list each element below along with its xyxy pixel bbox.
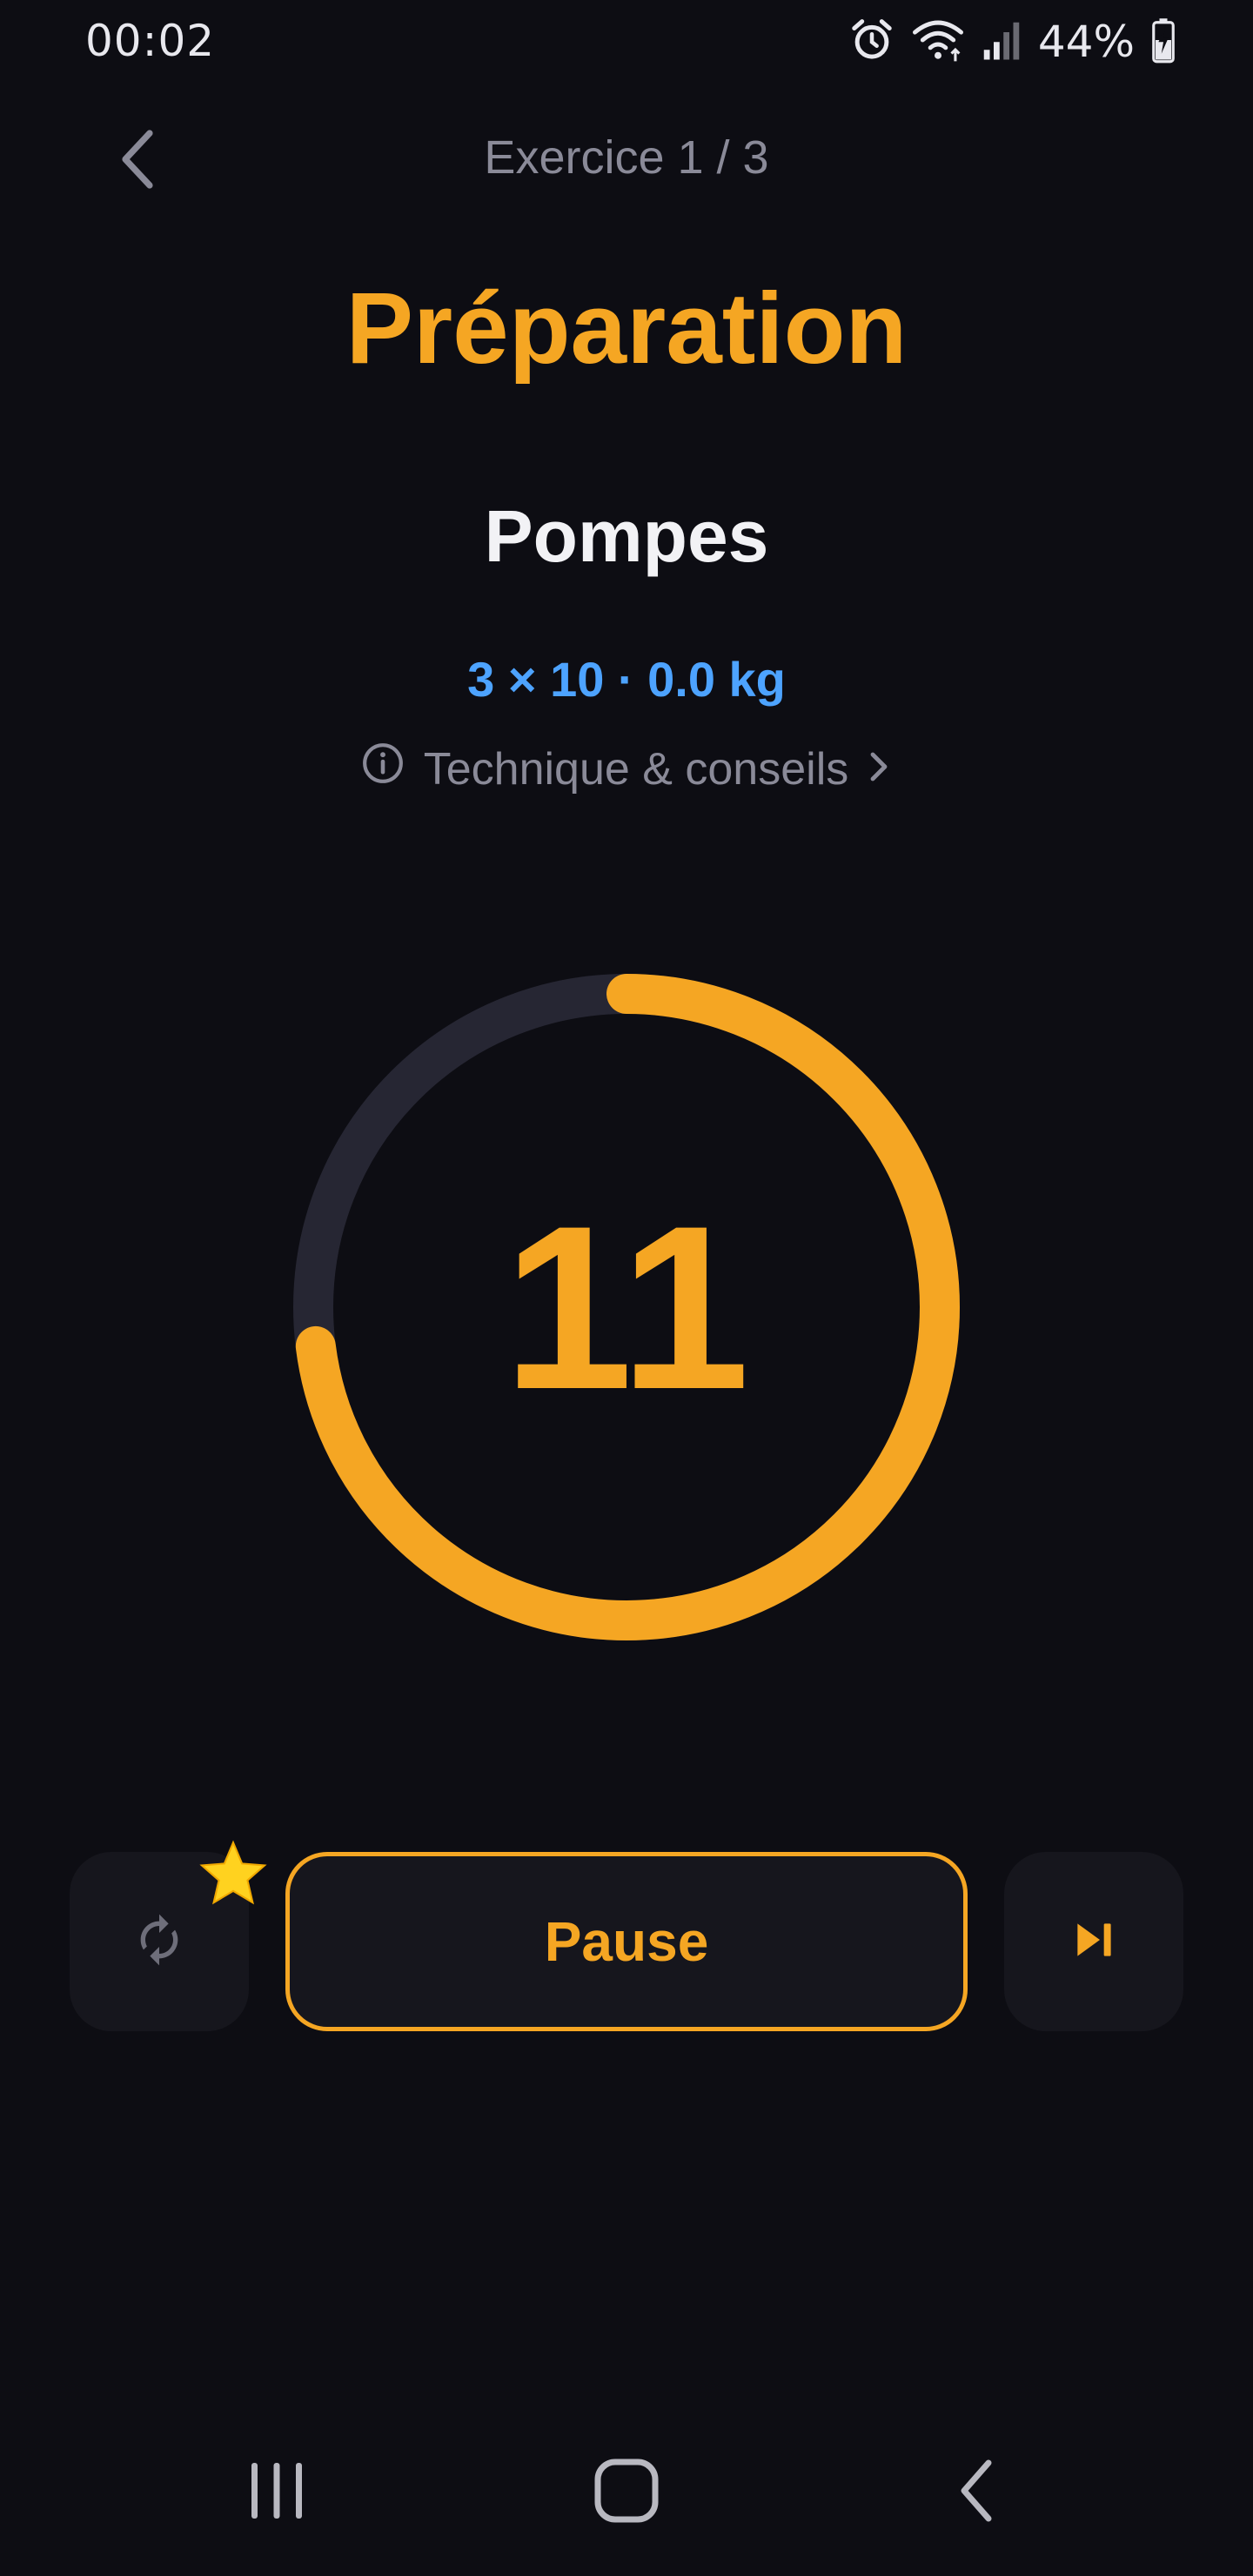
technique-label: Technique & conseils	[423, 743, 849, 795]
wifi-icon	[911, 17, 965, 68]
exercise-sets-reps-weight: 3 × 10 · 0.0 kg	[467, 652, 786, 707]
status-time: 00:02	[85, 16, 216, 66]
back-icon	[955, 2458, 997, 2528]
countdown-value: 11	[503, 1176, 750, 1438]
sync-icon	[131, 1909, 187, 1976]
pause-button[interactable]: Pause	[285, 1852, 968, 2031]
status-icons: 44%	[848, 16, 1176, 68]
exercise-name: Pompes	[484, 495, 769, 577]
nav-back-button[interactable]	[915, 2432, 1037, 2553]
chevron-right-icon	[868, 743, 892, 795]
nav-recents-button[interactable]	[216, 2432, 338, 2553]
battery-level: 44%	[1037, 17, 1135, 67]
alarm-icon	[848, 17, 895, 68]
skip-next-icon	[1069, 1915, 1118, 1969]
technique-tips-link[interactable]: Technique & conseils	[0, 741, 1253, 796]
nav-home-button[interactable]	[566, 2432, 687, 2553]
home-icon	[593, 2458, 660, 2528]
info-icon	[361, 741, 405, 796]
battery-charging-icon	[1150, 17, 1176, 68]
star-icon	[197, 1838, 270, 1911]
phase-title: Préparation	[345, 272, 908, 385]
recents-icon	[246, 2460, 307, 2526]
skip-button[interactable]	[1004, 1852, 1183, 2031]
signal-icon	[981, 17, 1022, 68]
exercise-counter: Exercice 1 / 3	[484, 131, 769, 184]
